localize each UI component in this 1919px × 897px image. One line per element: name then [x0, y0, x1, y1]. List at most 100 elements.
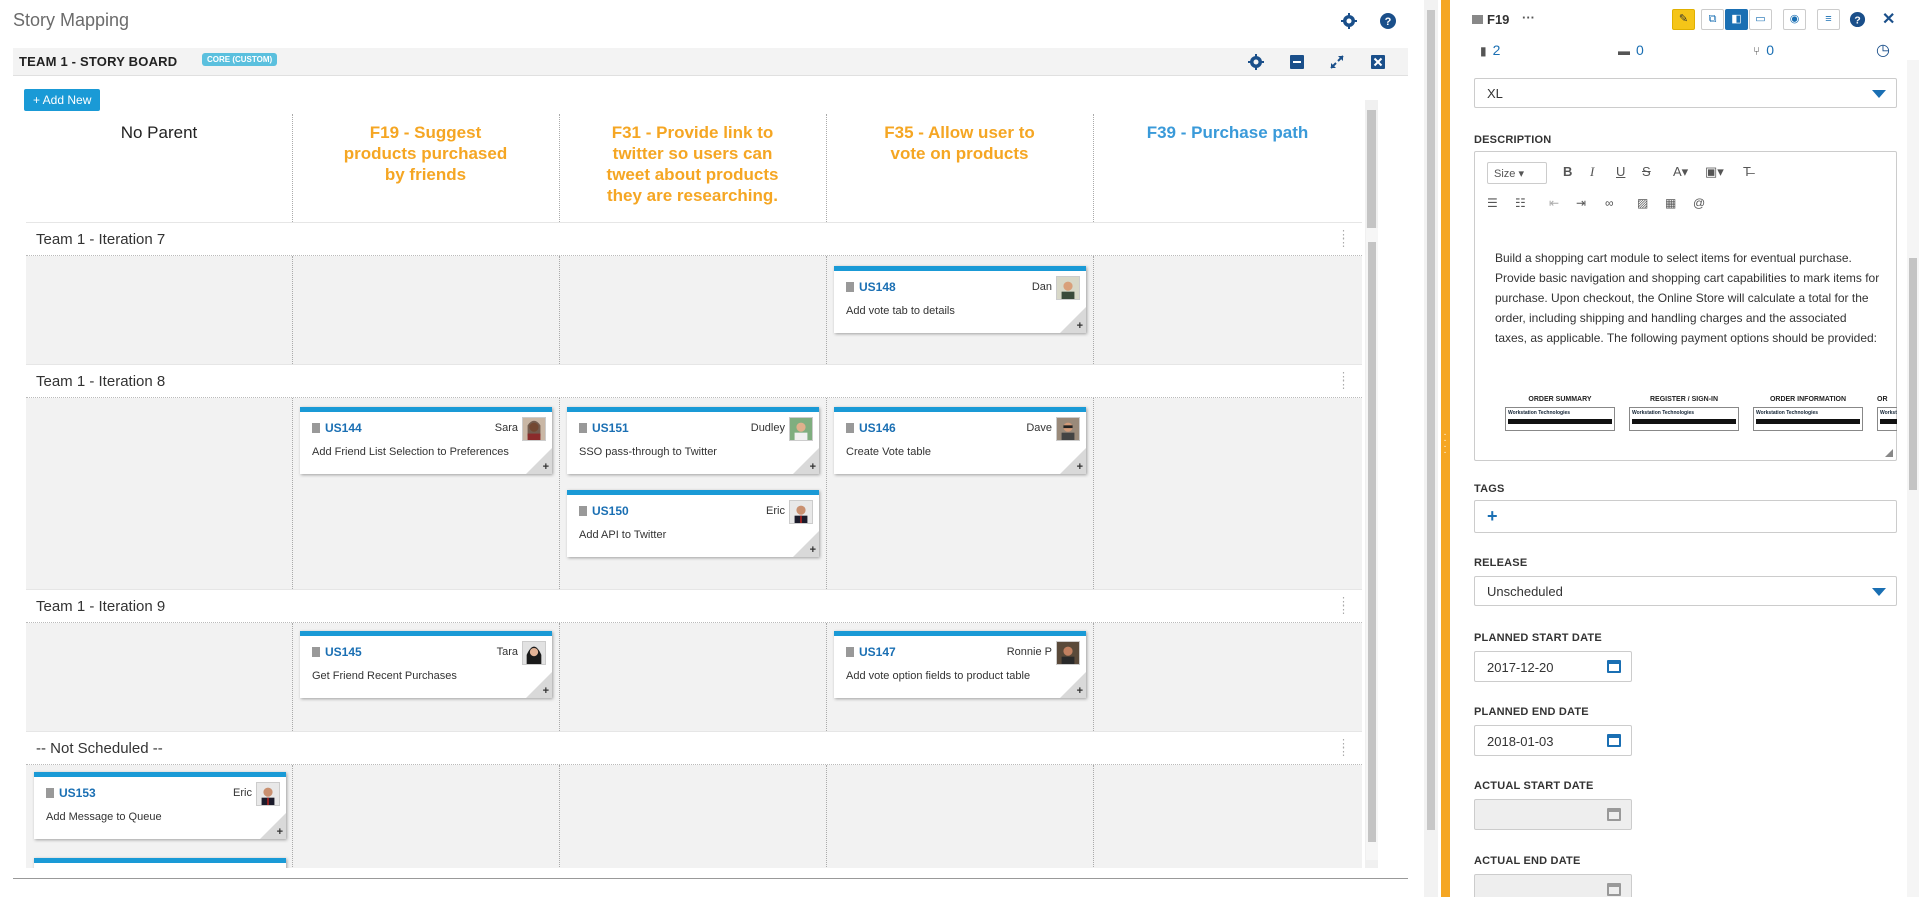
stories-count[interactable]: ▮ 2 [1480, 42, 1500, 58]
card-expand-icon[interactable]: + [277, 826, 283, 838]
story-id-link[interactable]: US147 [846, 645, 896, 659]
close-panel-icon[interactable]: ✕ [1882, 9, 1895, 29]
link-icon[interactable]: ∞ [1605, 196, 1614, 210]
table-icon[interactable]: ▦ [1665, 196, 1676, 210]
story-card[interactable]: US153 Eric Add Message to Queue + [34, 772, 286, 839]
add-new-button[interactable]: + Add New [24, 89, 101, 111]
page-scrollbar[interactable] [1424, 0, 1438, 897]
history-icon[interactable]: ◷ [1876, 40, 1890, 60]
settings-gear-icon[interactable] [1340, 12, 1358, 30]
card-expand-icon[interactable]: + [810, 461, 816, 473]
bold-icon[interactable]: B [1563, 164, 1572, 179]
card-expand-icon[interactable]: + [810, 544, 816, 556]
card-expand-icon[interactable]: + [543, 685, 549, 697]
story-card-partial[interactable] [34, 858, 286, 868]
story-id-link[interactable]: US153 [46, 786, 96, 800]
ordered-list-icon[interactable]: ☰ [1487, 196, 1498, 210]
description-text[interactable]: Build a shopping cart module to select i… [1495, 248, 1880, 348]
full-view-icon[interactable]: ▭ [1749, 9, 1772, 30]
minimize-icon[interactable] [1288, 53, 1306, 71]
image-icon[interactable]: ▨ [1637, 196, 1648, 210]
story-id-link[interactable]: US151 [579, 421, 629, 435]
planned-end-value: 2018-01-03 [1487, 734, 1554, 749]
story-description: Add API to Twitter [579, 529, 667, 541]
board-settings-gear-icon[interactable] [1247, 53, 1265, 71]
row-drag-handle-icon[interactable]: ⋮ ⋮ [1338, 739, 1349, 758]
story-card[interactable]: US151 Dudley SSO pass-through to Twitter… [567, 407, 819, 474]
story-card[interactable]: US144 Sara Add Friend List Selection to … [300, 407, 552, 474]
row-drag-handle-icon[interactable]: ⋮ ⋮ [1338, 230, 1349, 249]
scrollbar-thumb[interactable] [1909, 258, 1917, 490]
story-card[interactable]: US147 Ronnie P Add vote option fields to… [834, 631, 1086, 698]
story-book-icon [846, 282, 854, 292]
feature-id[interactable]: F35 [884, 123, 913, 142]
column-divider [826, 765, 827, 868]
panel-scrollbar[interactable] [1907, 60, 1919, 897]
split-view-icon[interactable]: ◧ [1725, 9, 1748, 30]
expand-icon[interactable] [1328, 53, 1346, 71]
story-id-link[interactable]: US148 [846, 280, 896, 294]
column-header-f19[interactable]: F19 - Suggest products purchased by frie… [292, 114, 559, 222]
help-icon[interactable]: ? [1379, 12, 1397, 30]
story-id-link[interactable]: US144 [312, 421, 362, 435]
column-header-f35[interactable]: F35 - Allow user to vote on products [826, 114, 1093, 222]
release-select[interactable]: Unscheduled [1474, 576, 1897, 606]
more-menu-icon[interactable]: ··· [1522, 10, 1535, 25]
branches-count[interactable]: ⑂ 0 [1753, 42, 1774, 58]
indent-icon[interactable]: ⇥ [1576, 196, 1586, 210]
calendar-icon[interactable] [1607, 660, 1621, 673]
rows-scrollbar[interactable] [1366, 228, 1378, 860]
mention-icon[interactable]: @ [1693, 196, 1705, 210]
panel-help-icon[interactable]: ? [1849, 11, 1866, 28]
comment-icon: ▬ [1618, 44, 1630, 58]
comments-count[interactable]: ▬ 0 [1618, 42, 1644, 58]
story-id-link[interactable]: US145 [312, 645, 362, 659]
bullet-list-icon[interactable]: ☷ [1515, 196, 1526, 210]
close-board-icon[interactable] [1369, 53, 1387, 71]
watch-icon[interactable]: ◉ [1783, 9, 1806, 30]
calendar-icon[interactable] [1607, 734, 1621, 747]
feature-id[interactable]: F31 [612, 123, 641, 142]
story-card[interactable]: US146 Dave Create Vote table + [834, 407, 1086, 474]
card-expand-icon[interactable]: + [1077, 461, 1083, 473]
highlight-color-icon[interactable]: ▣▾ [1705, 164, 1724, 180]
row-drag-handle-icon[interactable]: ⋮ ⋮ [1338, 597, 1349, 616]
story-book-icon [846, 647, 854, 657]
tags-field[interactable]: + [1474, 500, 1897, 533]
scrollbar-thumb[interactable] [1368, 242, 1376, 842]
story-card[interactable]: US145 Tara Get Friend Recent Purchases + [300, 631, 552, 698]
underline-icon[interactable]: U [1616, 164, 1625, 179]
story-id-link[interactable]: US146 [846, 421, 896, 435]
clear-format-icon[interactable]: T̶ [1743, 164, 1751, 179]
row-drag-handle-icon[interactable]: ⋮ ⋮ [1338, 372, 1349, 391]
column-header-f31[interactable]: F31 - Provide link to twitter so users c… [559, 114, 826, 222]
story-card[interactable]: US150 Eric Add API to Twitter + [567, 490, 819, 557]
story-card[interactable]: US148 Dan Add vote tab to details + [834, 266, 1086, 333]
size-select[interactable]: XL [1474, 78, 1897, 108]
font-color-icon[interactable]: A▾ [1673, 164, 1688, 180]
planned-start-date-field[interactable]: 2017-12-20 [1474, 651, 1632, 682]
column-header-f39[interactable]: F39 - Purchase path [1093, 114, 1362, 222]
page-title: Story Mapping [13, 10, 130, 30]
column-divider [292, 623, 293, 731]
feature-id[interactable]: F39 [1147, 123, 1176, 142]
card-expand-icon[interactable]: + [543, 461, 549, 473]
story-id-link[interactable]: US150 [579, 504, 629, 518]
add-tag-icon[interactable]: + [1487, 506, 1498, 527]
feature-id[interactable]: F19 [370, 123, 399, 142]
pin-icon[interactable]: ✎ [1672, 9, 1695, 30]
scrollbar-thumb[interactable] [1427, 10, 1435, 830]
story-owner: Tara [496, 646, 518, 658]
panel-resize-grip-icon[interactable]: · · · · [1442, 430, 1448, 458]
description-editor[interactable]: Size ▾ B I U S A▾ ▣▾ T̶ ☰ ☷ ⇤ ⇥ ∞ ▨ ▦ @ … [1474, 151, 1897, 461]
font-size-dropdown[interactable]: Size ▾ [1487, 162, 1547, 184]
fields-menu-icon[interactable]: ≡ [1817, 9, 1840, 30]
strikethrough-icon[interactable]: S [1642, 164, 1651, 179]
planned-end-date-field[interactable]: 2018-01-03 [1474, 725, 1632, 756]
italic-icon[interactable]: I [1590, 164, 1594, 180]
editor-resize-grip-icon[interactable] [1885, 449, 1893, 457]
card-expand-icon[interactable]: + [1077, 685, 1083, 697]
card-expand-icon[interactable]: + [1077, 320, 1083, 332]
outdent-icon[interactable]: ⇤ [1549, 196, 1559, 210]
popout-icon[interactable]: ⧉ [1701, 9, 1724, 30]
